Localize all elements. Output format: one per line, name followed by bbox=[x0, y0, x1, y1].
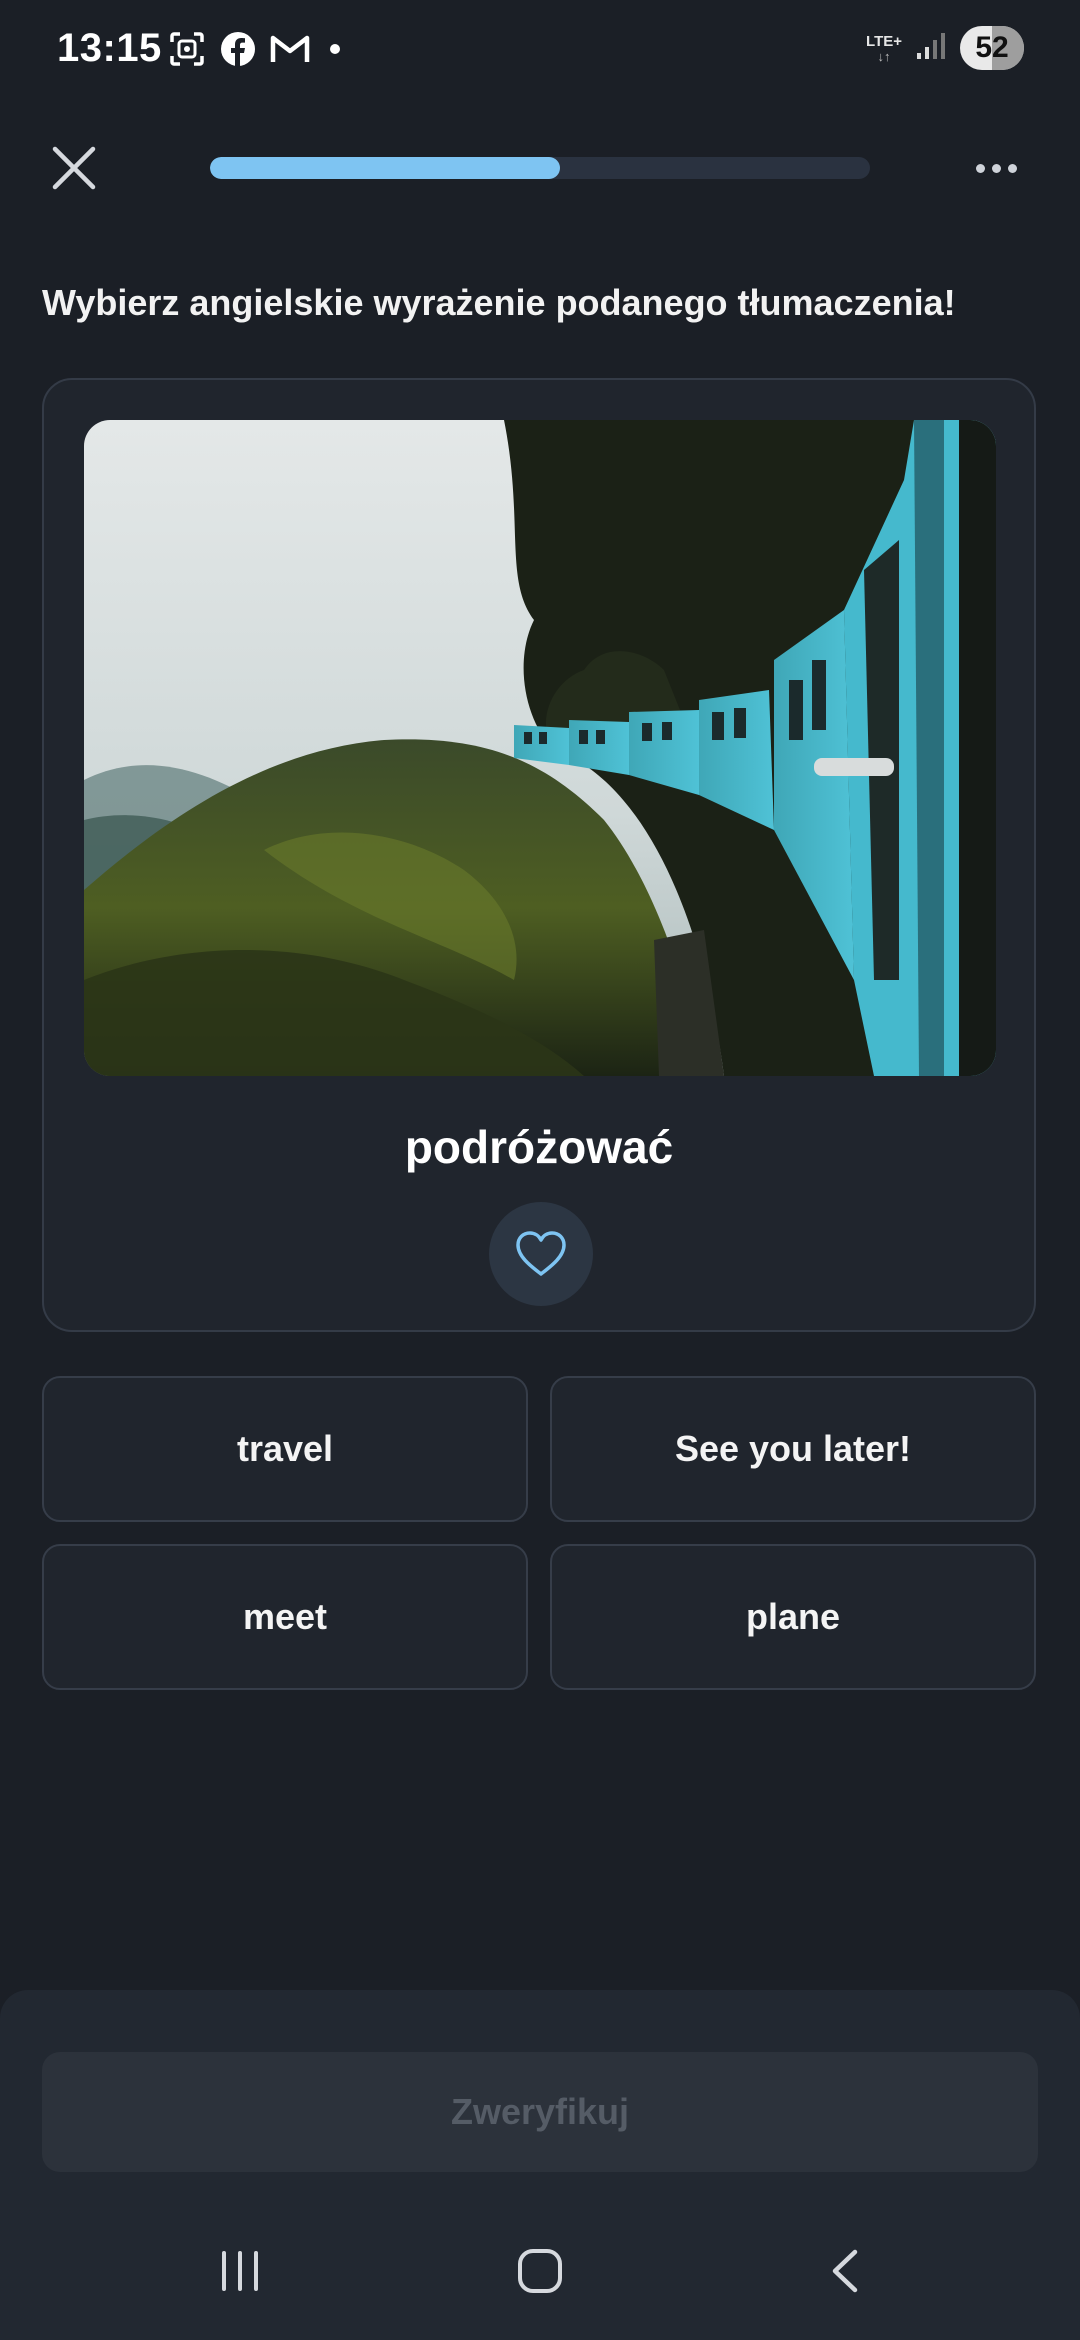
back-icon bbox=[832, 2249, 858, 2293]
progress-fill bbox=[210, 157, 560, 179]
status-time: 13:15 bbox=[57, 26, 162, 70]
question-card: podróżować bbox=[42, 378, 1036, 1332]
recent-apps-icon bbox=[222, 2251, 258, 2291]
word-to-translate: podróżować bbox=[404, 1121, 674, 1173]
gmail-icon bbox=[270, 33, 310, 65]
status-left-icons bbox=[168, 30, 340, 68]
heart-icon bbox=[516, 1231, 566, 1276]
train-photo bbox=[84, 420, 996, 1076]
status-bar: 13:15 LTE+ ↓↑ 52 bbox=[0, 0, 1080, 100]
option-meet[interactable]: meet bbox=[42, 1544, 528, 1690]
close-button[interactable] bbox=[44, 138, 104, 198]
signal-icon bbox=[916, 31, 946, 66]
back-button[interactable] bbox=[804, 2236, 884, 2306]
option-see-you-later[interactable]: See you later! bbox=[550, 1376, 1036, 1522]
home-button[interactable] bbox=[500, 2236, 580, 2306]
status-right-icons: LTE+ ↓↑ 52 bbox=[866, 26, 1024, 70]
notification-dot bbox=[330, 44, 340, 54]
bottom-sheet: Zweryfikuj bbox=[0, 1990, 1080, 2340]
more-dots-icon bbox=[975, 163, 1017, 173]
verify-button[interactable]: Zweryfikuj bbox=[42, 2052, 1038, 2172]
close-icon bbox=[52, 146, 96, 190]
screenshot-icon bbox=[168, 30, 206, 68]
battery-level: 52 bbox=[975, 31, 1009, 64]
lte-icon: LTE+ ↓↑ bbox=[866, 32, 902, 64]
progress-bar bbox=[210, 157, 870, 179]
facebook-icon bbox=[220, 31, 256, 67]
system-nav-bar bbox=[0, 2216, 1080, 2326]
battery-icon: 52 bbox=[960, 26, 1024, 70]
instruction-text: Wybierz angielskie wyrażenie podanego tł… bbox=[42, 282, 956, 323]
home-icon bbox=[518, 2249, 562, 2293]
option-plane[interactable]: plane bbox=[550, 1544, 1036, 1690]
more-options-button[interactable] bbox=[964, 140, 1028, 196]
favorite-button[interactable] bbox=[489, 1202, 593, 1306]
recent-apps-button[interactable] bbox=[200, 2236, 280, 2306]
option-travel[interactable]: travel bbox=[42, 1376, 528, 1522]
